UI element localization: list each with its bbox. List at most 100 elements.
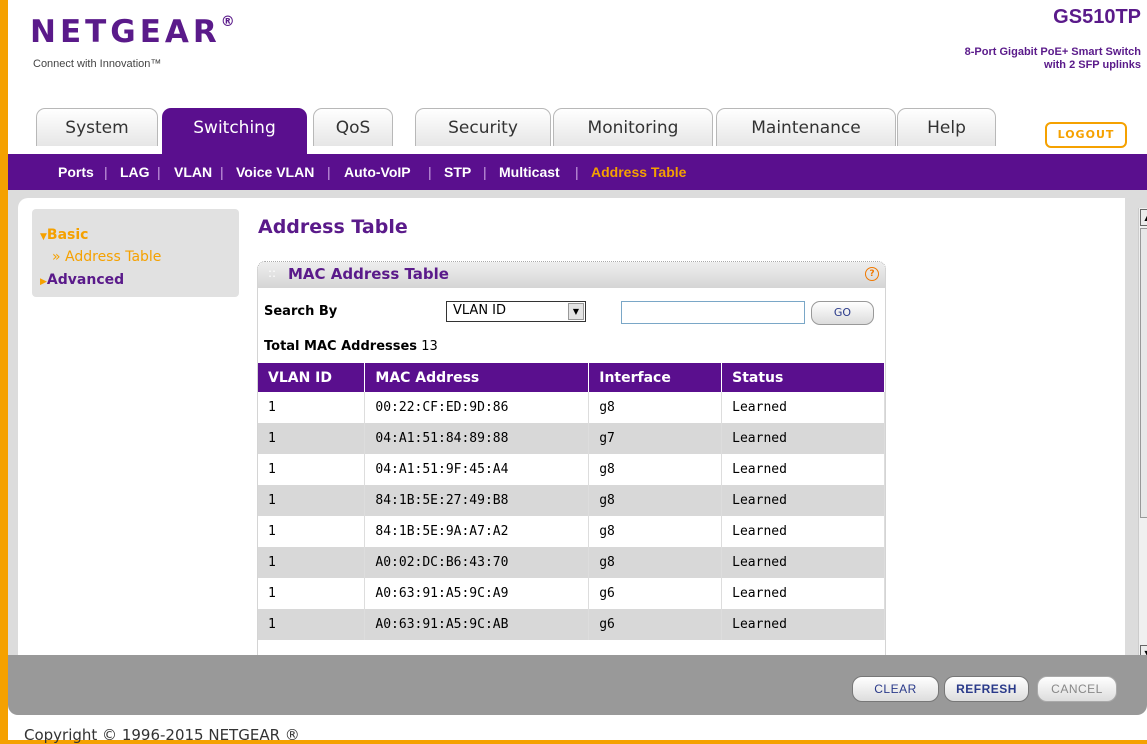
status-cell: Learned — [721, 547, 885, 578]
interface-cell: g8 — [588, 485, 723, 516]
cancel-button[interactable]: CANCEL — [1037, 676, 1117, 702]
vertical-scrollbar[interactable]: ▲ ▼ — [1138, 208, 1147, 663]
interface-cell: g6 — [588, 578, 723, 609]
tab-system[interactable]: System — [36, 108, 158, 146]
action-bar: CLEAR REFRESH CANCEL — [8, 655, 1147, 715]
search-by-label: Search By — [264, 304, 338, 319]
model-name: GS510TP — [1053, 6, 1141, 28]
content-area: ▼Basic » Address Table ▶Advanced Address… — [8, 190, 1147, 663]
mac-table: VLAN ID MAC Address Interface Status 1 0… — [258, 363, 885, 640]
subnav-separator: | — [104, 164, 108, 180]
interface-cell: g8 — [588, 516, 723, 547]
tab-switching[interactable]: Switching — [162, 108, 307, 154]
column-header-interface[interactable]: Interface — [588, 363, 723, 392]
status-cell: Learned — [721, 516, 885, 547]
interface-cell: g8 — [588, 454, 723, 485]
scrollbar-thumb[interactable] — [1140, 228, 1147, 518]
subnav-separator: | — [483, 164, 487, 180]
table-row[interactable]: 1 04:A1:51:84:89:88 g7 Learned — [258, 423, 885, 454]
mac-address-cell: 04:A1:51:9F:45:A4 — [364, 454, 590, 485]
table-row[interactable]: 1 04:A1:51:9F:45:A4 g8 Learned — [258, 454, 885, 485]
app-frame: NETGEAR® Connect with Innovation™ GS510T… — [8, 0, 1147, 740]
mac-address-table-panel: :: MAC Address Table ? Search By VLAN ID… — [257, 261, 886, 657]
interface-cell: g7 — [588, 423, 723, 454]
subnav-separator: | — [157, 164, 161, 180]
subnav-multicast[interactable]: Multicast — [499, 154, 560, 190]
tab-qos[interactable]: QoS — [313, 108, 393, 146]
table-row[interactable]: 1 A0:02:DC:B6:43:70 g8 Learned — [258, 547, 885, 578]
mac-address-cell: 84:1B:5E:27:49:B8 — [364, 485, 590, 516]
table-row[interactable]: 1 A0:63:91:A5:9C:AB g6 Learned — [258, 609, 885, 640]
vlan-id-cell: 1 — [258, 485, 366, 516]
status-cell: Learned — [721, 578, 885, 609]
column-header-mac-address[interactable]: MAC Address — [364, 363, 590, 392]
tab-help[interactable]: Help — [897, 108, 996, 146]
clear-button[interactable]: CLEAR — [852, 676, 939, 702]
copyright: Copyright © 1996-2015 NETGEAR ® — [24, 726, 300, 744]
interface-cell: g8 — [588, 547, 723, 578]
vlan-id-cell: 1 — [258, 547, 366, 578]
total-mac-addresses: Total MAC Addresses 13 — [264, 339, 438, 354]
grip-icon: :: — [268, 266, 277, 280]
mac-address-cell: 04:A1:51:84:89:88 — [364, 423, 590, 454]
subnav-stp[interactable]: STP — [444, 154, 471, 190]
status-cell: Learned — [721, 392, 885, 423]
content-panel: ▼Basic » Address Table ▶Advanced Address… — [18, 198, 1147, 663]
scroll-up-icon[interactable]: ▲ — [1140, 209, 1147, 226]
refresh-button[interactable]: REFRESH — [944, 676, 1029, 702]
tagline: Connect with Innovation™ — [33, 58, 162, 70]
logout-button[interactable]: LOGOUT — [1045, 122, 1127, 148]
interface-cell: g8 — [588, 392, 723, 423]
vlan-id-cell: 1 — [258, 423, 366, 454]
subnav-address-table[interactable]: Address Table — [591, 154, 686, 190]
status-cell: Learned — [721, 454, 885, 485]
column-header-vlan-id[interactable]: VLAN ID — [258, 363, 366, 392]
subnav-separator: | — [327, 164, 331, 180]
panel-header: :: MAC Address Table ? — [258, 262, 885, 288]
subnav-voice-vlan[interactable]: Voice VLAN — [236, 154, 314, 190]
left-navigation: ▼Basic » Address Table ▶Advanced — [32, 209, 239, 297]
subnav-vlan[interactable]: VLAN — [174, 154, 212, 190]
table-row[interactable]: 1 A0:63:91:A5:9C:A9 g6 Learned — [258, 578, 885, 609]
mac-address-cell: A0:02:DC:B6:43:70 — [364, 547, 590, 578]
column-header-status[interactable]: Status — [721, 363, 885, 392]
status-cell: Learned — [721, 485, 885, 516]
main-tabs: System Switching QoS Security Monitoring… — [8, 108, 1147, 154]
search-by-select[interactable]: VLAN ID ▼ — [446, 301, 586, 322]
table-row[interactable]: 1 84:1B:5E:9A:A7:A2 g8 Learned — [258, 516, 885, 547]
subnav-separator: | — [428, 164, 432, 180]
subnav-lag[interactable]: LAG — [120, 154, 150, 190]
header: NETGEAR® Connect with Innovation™ GS510T… — [8, 0, 1147, 108]
total-count: 13 — [421, 339, 438, 354]
tab-monitoring[interactable]: Monitoring — [553, 108, 713, 146]
chevron-right-icon: ▶ — [40, 277, 47, 287]
netgear-logo: NETGEAR® — [30, 14, 235, 50]
vlan-id-cell: 1 — [258, 454, 366, 485]
chevron-down-icon: ▼ — [40, 232, 47, 242]
leftnav-address-table[interactable]: » Address Table — [52, 249, 161, 265]
status-cell: Learned — [721, 609, 885, 640]
tab-security[interactable]: Security — [415, 108, 551, 146]
tab-maintenance[interactable]: Maintenance — [716, 108, 896, 146]
subnav-separator: | — [220, 164, 224, 180]
subnav-ports[interactable]: Ports — [58, 154, 94, 190]
mac-address-cell: 00:22:CF:ED:9D:86 — [364, 392, 590, 423]
mac-address-cell: A0:63:91:A5:9C:AB — [364, 609, 590, 640]
chevron-down-icon: ▼ — [568, 303, 584, 320]
table-row[interactable]: 1 00:22:CF:ED:9D:86 g8 Learned — [258, 392, 885, 423]
status-cell: Learned — [721, 423, 885, 454]
table-row[interactable]: 1 84:1B:5E:27:49:B8 g8 Learned — [258, 485, 885, 516]
help-icon[interactable]: ? — [865, 267, 879, 281]
vlan-id-cell: 1 — [258, 609, 366, 640]
vlan-id-cell: 1 — [258, 392, 366, 423]
panel-title: MAC Address Table — [288, 265, 449, 283]
search-input[interactable] — [621, 301, 805, 324]
leftnav-advanced[interactable]: ▶Advanced — [40, 272, 124, 288]
vlan-id-cell: 1 — [258, 578, 366, 609]
go-button[interactable]: GO — [811, 301, 874, 325]
mac-address-cell: A0:63:91:A5:9C:A9 — [364, 578, 590, 609]
model-subtitle: 8-Port Gigabit PoE+ Smart Switch with 2 … — [964, 46, 1141, 71]
leftnav-basic[interactable]: ▼Basic — [40, 227, 88, 243]
subnav-auto-voip[interactable]: Auto-VoIP — [344, 154, 411, 190]
interface-cell: g6 — [588, 609, 723, 640]
